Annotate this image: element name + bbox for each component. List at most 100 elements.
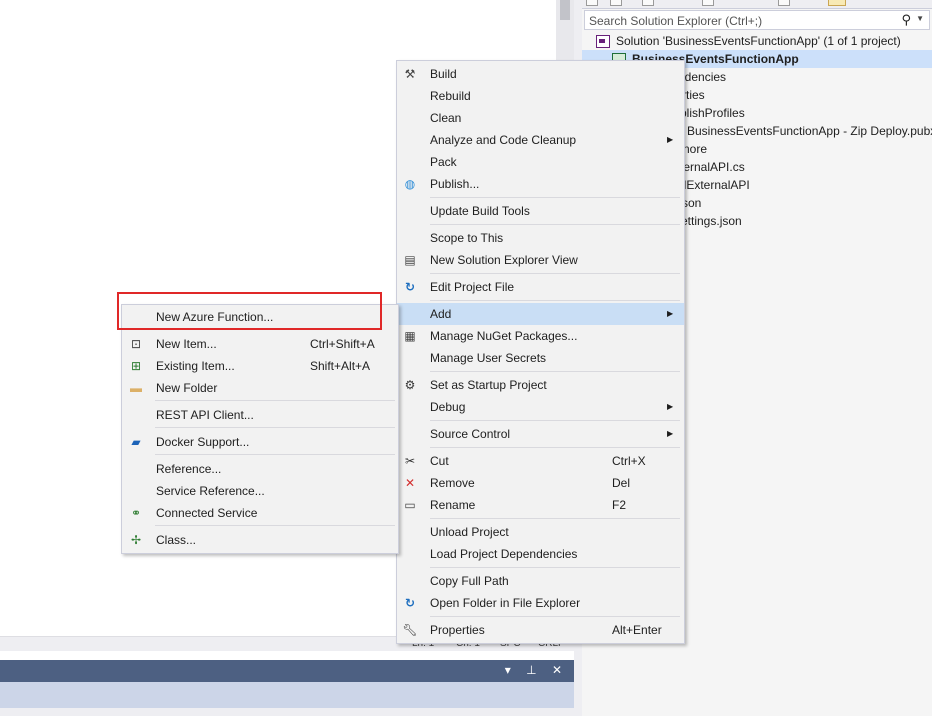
menu-item-copy-full-path[interactable]: Copy Full Path: [397, 570, 684, 592]
solution-explorer-search[interactable]: Search Solution Explorer (Ctrl+;) ⚲ ▼: [584, 10, 930, 30]
home-icon[interactable]: [642, 0, 654, 6]
solution-icon: [596, 35, 610, 49]
menu-item-existing-item[interactable]: ⊞ Existing Item... Shift+Alt+A: [122, 355, 398, 377]
project-context-menu: ⚒ Build Rebuild Clean Analyze and Code C…: [396, 60, 685, 644]
existing-item-icon: ⊞: [130, 359, 142, 373]
properties-icon[interactable]: [828, 0, 846, 6]
tree-item-solution[interactable]: Solution 'BusinessEventsFunctionApp' (1 …: [596, 32, 901, 50]
menu-item-label: New Item...: [156, 337, 217, 351]
forward-icon[interactable]: [610, 0, 622, 6]
menu-separator: [155, 400, 395, 401]
tree-item-gitignore[interactable]: nore: [683, 140, 707, 158]
menu-item-add[interactable]: Add ▶: [397, 303, 684, 325]
shortcut-label: Ctrl+X: [612, 454, 646, 468]
tree-item-label: Solution 'BusinessEventsFunctionApp' (1 …: [616, 34, 901, 48]
menu-item-label: Publish...: [430, 177, 480, 191]
menu-item-label: Add: [430, 307, 452, 321]
menu-item-debug[interactable]: Debug ▶: [397, 396, 684, 418]
menu-item-load-dependencies[interactable]: Load Project Dependencies: [397, 543, 684, 565]
menu-item-label: REST API Client...: [156, 408, 254, 422]
menu-item-connected-service[interactable]: ⚭ Connected Service: [122, 502, 398, 524]
menu-item-label: Analyze and Code Cleanup: [430, 133, 577, 147]
panel-window-buttons[interactable]: ▾ ⊥ ✕: [505, 663, 568, 677]
red-x-icon: ✕: [404, 476, 416, 490]
menu-item-label: Load Project Dependencies: [430, 547, 578, 561]
menu-item-class[interactable]: ✢ Class...: [122, 529, 398, 551]
tree-item-label: blishProfiles: [680, 106, 745, 120]
menu-item-label: Existing Item...: [156, 359, 235, 373]
menu-item-label: Set as Startup Project: [430, 378, 547, 392]
menu-item-label: Connected Service: [156, 506, 258, 520]
chevron-down-icon[interactable]: ▼: [916, 14, 924, 23]
menu-item-clean[interactable]: Clean: [397, 107, 684, 129]
tree-item-local-settings[interactable]: ettings.json: [681, 212, 742, 230]
tree-item-properties[interactable]: rties: [682, 86, 705, 104]
refresh-arrow-icon: ↻: [404, 596, 416, 610]
tree-item-label: ndencies: [678, 70, 727, 84]
menu-separator: [430, 273, 680, 274]
window-icon: ▤: [404, 253, 416, 267]
menu-item-analyze[interactable]: Analyze and Code Cleanup ▶: [397, 129, 684, 151]
menu-item-pack[interactable]: Pack: [397, 151, 684, 173]
tree-item-callexternalapi[interactable]: llExternalAPI: [681, 176, 750, 194]
menu-item-new-se-view[interactable]: ▤ New Solution Explorer View: [397, 249, 684, 271]
menu-item-docker-support[interactable]: ▰ Docker Support...: [122, 431, 398, 453]
menu-item-label: Source Control: [430, 427, 511, 441]
menu-item-rest-api-client[interactable]: REST API Client...: [122, 404, 398, 426]
menu-separator: [430, 420, 680, 421]
menu-item-label: Rebuild: [430, 89, 471, 103]
tree-item-publishprofiles[interactable]: blishProfiles: [680, 104, 745, 122]
menu-item-label: New Folder: [156, 381, 218, 395]
menu-separator: [430, 371, 680, 372]
menu-item-service-reference[interactable]: Service Reference...: [122, 480, 398, 502]
connected-service-icon: ⚭: [130, 506, 142, 520]
history-icon[interactable]: [702, 0, 714, 6]
tree-item-label: rties: [682, 88, 705, 102]
menu-item-label: Manage User Secrets: [430, 351, 547, 365]
menu-item-remove[interactable]: ✕ Remove Del: [397, 472, 684, 494]
submenu-arrow-icon: ▶: [667, 402, 674, 411]
menu-separator: [430, 447, 680, 448]
menu-item-label: Clean: [430, 111, 462, 125]
menu-item-reference[interactable]: Reference...: [122, 458, 398, 480]
search-placeholder: Search Solution Explorer (Ctrl+;): [589, 14, 763, 28]
shortcut-label: Shift+Alt+A: [310, 359, 371, 373]
menu-item-unload-project[interactable]: Unload Project: [397, 521, 684, 543]
menu-item-source-control[interactable]: Source Control ▶: [397, 423, 684, 445]
menu-item-scope-to-this[interactable]: Scope to This: [397, 227, 684, 249]
add-submenu: New Azure Function... ⊡ New Item... Ctrl…: [121, 304, 399, 554]
menu-item-properties[interactable]: 🔧︎ Properties Alt+Enter: [397, 619, 684, 641]
collapse-icon[interactable]: [778, 0, 790, 6]
tree-item-externalapi-cs[interactable]: ternalAPI.cs: [680, 158, 745, 176]
menu-item-label: Update Build Tools: [430, 204, 530, 218]
menu-item-new-folder[interactable]: ▬ New Folder: [122, 377, 398, 399]
search-icon[interactable]: ⚲: [901, 12, 911, 28]
bottom-panel-header: ▾ ⊥ ✕: [0, 660, 574, 682]
menu-separator: [430, 300, 680, 301]
shortcut-label: Ctrl+Shift+A: [310, 337, 375, 351]
menu-separator: [430, 518, 680, 519]
menu-item-build[interactable]: ⚒ Build: [397, 63, 684, 85]
scrollbar-thumb[interactable]: [560, 0, 570, 20]
back-icon[interactable]: [586, 0, 598, 6]
menu-item-manage-user-secrets[interactable]: Manage User Secrets: [397, 347, 684, 369]
menu-item-set-startup[interactable]: ⚙ Set as Startup Project: [397, 374, 684, 396]
menu-item-publish[interactable]: ◍ Publish...: [397, 173, 684, 195]
menu-separator: [155, 427, 395, 428]
menu-item-manage-nuget[interactable]: ▦ Manage NuGet Packages...: [397, 325, 684, 347]
menu-item-cut[interactable]: ✂ Cut Ctrl+X: [397, 450, 684, 472]
menu-item-label: Reference...: [156, 462, 222, 476]
tree-item-pubxml[interactable]: BusinessEventsFunctionApp - Zip Deploy.p…: [687, 122, 932, 140]
tree-item-dependencies[interactable]: ndencies: [678, 68, 726, 86]
tree-item-label: nore: [683, 142, 708, 156]
menu-item-rebuild[interactable]: Rebuild: [397, 85, 684, 107]
menu-item-rename[interactable]: ▭ Rename F2: [397, 494, 684, 516]
menu-item-edit-project-file[interactable]: ↻ Edit Project File: [397, 276, 684, 298]
menu-item-label: Unload Project: [430, 525, 509, 539]
tree-item-label: ettings.json: [681, 214, 742, 228]
menu-item-label: Service Reference...: [156, 484, 265, 498]
menu-item-update-build-tools[interactable]: Update Build Tools: [397, 200, 684, 222]
menu-item-open-folder[interactable]: ↻ Open Folder in File Explorer: [397, 592, 684, 614]
menu-item-new-item[interactable]: ⊡ New Item... Ctrl+Shift+A: [122, 333, 398, 355]
folder-icon: ▬: [130, 381, 142, 395]
